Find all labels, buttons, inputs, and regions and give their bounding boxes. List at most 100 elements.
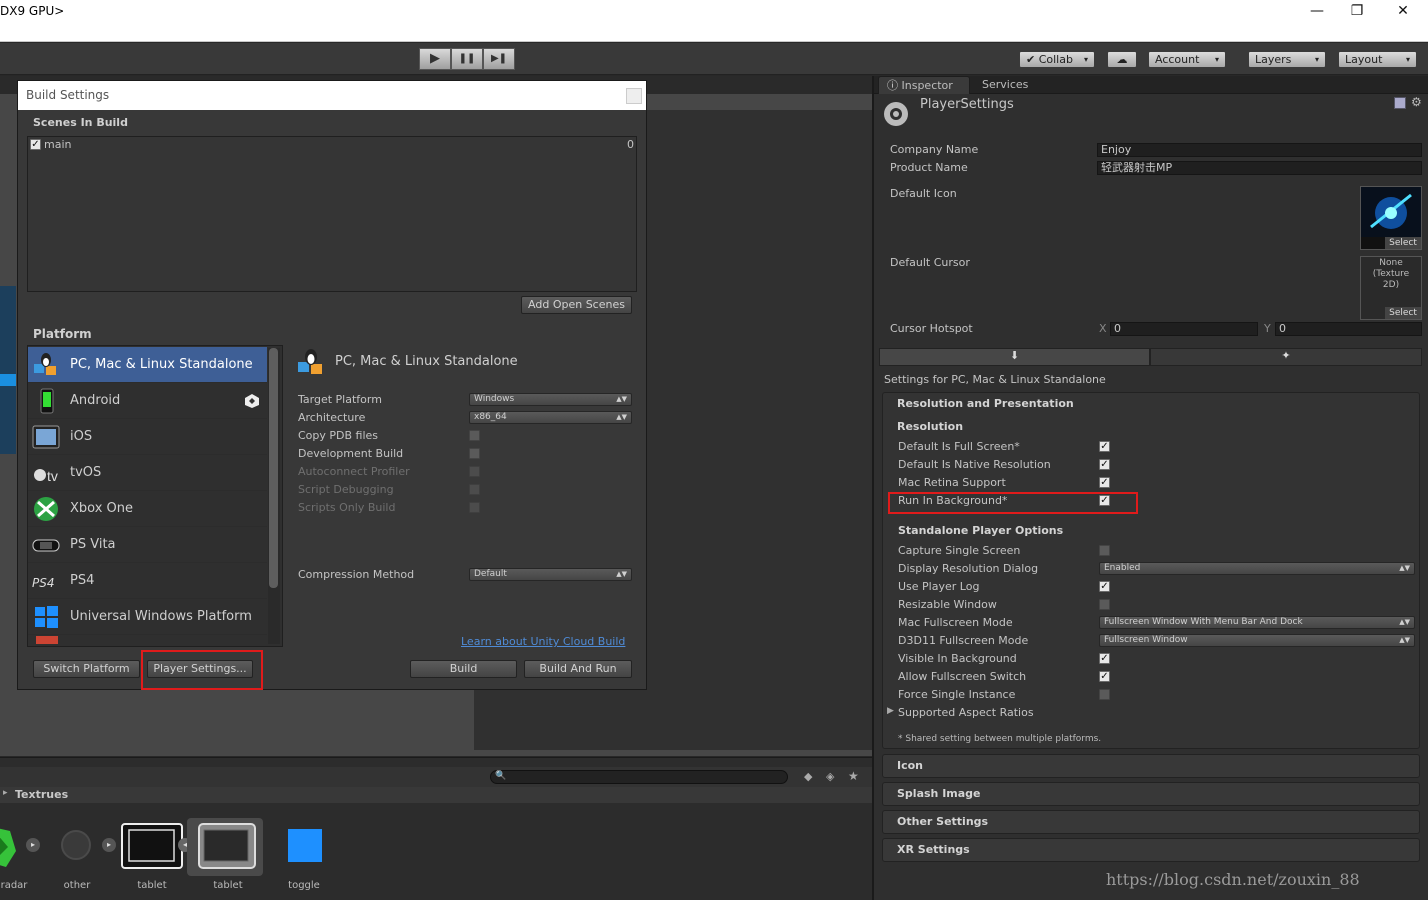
- mac-retina-checkbox[interactable]: ✓: [1099, 477, 1110, 488]
- hotspot-y-label: Y: [1264, 322, 1271, 335]
- switch-platform-button[interactable]: Switch Platform: [33, 660, 140, 678]
- platform-item-uwp[interactable]: Universal Windows Platform: [28, 599, 267, 635]
- company-name-field[interactable]: Enjoy: [1097, 143, 1422, 157]
- allow-fullscreen-switch-label: Allow Fullscreen Switch: [898, 670, 1027, 683]
- visible-in-background-checkbox[interactable]: ✓: [1099, 653, 1110, 664]
- close-window-button[interactable]: ✕: [1380, 0, 1426, 24]
- settings-gear-icon[interactable]: ⚙: [1411, 95, 1422, 109]
- expand-arrow-icon[interactable]: ▸: [26, 838, 40, 852]
- mac-fullscreen-mode-label: Mac Fullscreen Mode: [898, 616, 1013, 629]
- asset-label-tablet: tablet: [213, 880, 243, 891]
- script-debugging-label: Script Debugging: [298, 483, 394, 496]
- tab-services[interactable]: Services: [974, 76, 1036, 94]
- target-platform-dropdown[interactable]: Windows ▲▼: [469, 393, 632, 406]
- compression-method-dropdown[interactable]: Default ▲▼: [469, 568, 632, 581]
- collab-button[interactable]: ✔ Collab ▾: [1019, 51, 1095, 68]
- icon-select-button[interactable]: Select: [1385, 237, 1421, 249]
- cloud-build-link[interactable]: Learn about Unity Cloud Build: [461, 635, 625, 648]
- capture-single-screen-checkbox[interactable]: [1099, 545, 1110, 556]
- scene-main-checkbox[interactable]: ✓: [30, 139, 41, 150]
- platform-label: Universal Windows Platform: [70, 609, 252, 624]
- standalone-icon: [32, 352, 60, 378]
- platform-item-tvos[interactable]: tv tvOS: [28, 455, 267, 491]
- use-player-log-checkbox[interactable]: ✓: [1099, 581, 1110, 592]
- default-fullscreen-checkbox[interactable]: ✓: [1099, 441, 1110, 452]
- build-close-icon[interactable]: [626, 88, 642, 104]
- copy-pdb-label: Copy PDB files: [298, 429, 379, 442]
- architecture-dropdown[interactable]: x86_64 ▲▼: [469, 411, 632, 424]
- highlight-box-player-settings: [141, 650, 263, 690]
- native-resolution-checkbox[interactable]: ✓: [1099, 459, 1110, 470]
- product-name-field[interactable]: 轻武器射击MP: [1097, 161, 1422, 175]
- platform-item-standalone[interactable]: PC, Mac & Linux Standalone: [28, 347, 267, 383]
- play-button[interactable]: ▶: [419, 48, 451, 70]
- asset-other[interactable]: [58, 823, 96, 869]
- filter-label-icon[interactable]: ◈: [826, 770, 834, 783]
- xr-settings-section[interactable]: XR Settings: [882, 838, 1420, 862]
- account-dropdown[interactable]: Account ▾: [1148, 51, 1226, 68]
- filter-type-icon[interactable]: ◆: [804, 770, 812, 783]
- platform-item-ios[interactable]: iOS: [28, 419, 267, 455]
- platform-tab-android[interactable]: ✦: [1150, 348, 1422, 366]
- project-search-input[interactable]: 🔍: [490, 770, 788, 784]
- tab-inspector[interactable]: ⓘ Inspector: [878, 76, 970, 94]
- foldout-arrow-icon[interactable]: ▶: [887, 706, 894, 716]
- development-build-checkbox[interactable]: [469, 448, 480, 459]
- layers-dropdown[interactable]: Layers ▾: [1248, 51, 1326, 68]
- copy-pdb-checkbox[interactable]: [469, 430, 480, 441]
- platform-item-android[interactable]: Android: [28, 383, 267, 419]
- expand-arrow-icon[interactable]: ▸: [102, 838, 116, 852]
- add-open-scenes-button[interactable]: Add Open Scenes: [521, 296, 632, 314]
- favorite-star-icon[interactable]: ★: [848, 769, 859, 783]
- display-resolution-dialog-dropdown[interactable]: Enabled ▲▼: [1099, 562, 1415, 575]
- mac-fullscreen-mode-dropdown[interactable]: Fullscreen Window With Menu Bar And Dock…: [1099, 616, 1415, 629]
- force-single-instance-checkbox[interactable]: [1099, 689, 1110, 700]
- pause-button[interactable]: ❚❚: [451, 48, 483, 70]
- resizable-window-checkbox[interactable]: [1099, 599, 1110, 610]
- window-title: DX9 GPU>: [0, 4, 65, 18]
- layout-dropdown[interactable]: Layout ▾: [1338, 51, 1417, 68]
- other-settings-section[interactable]: Other Settings: [882, 810, 1420, 834]
- asset-tablet-2[interactable]: [198, 823, 260, 869]
- hotspot-x-field[interactable]: 0: [1110, 322, 1258, 336]
- help-book-icon[interactable]: [1394, 97, 1406, 109]
- scenes-list[interactable]: [27, 136, 637, 292]
- svg-text:PS4: PS4: [32, 576, 55, 590]
- allow-fullscreen-switch-checkbox[interactable]: ✓: [1099, 671, 1110, 682]
- splash-image-section[interactable]: Splash Image: [882, 782, 1420, 806]
- default-cursor-slot[interactable]: None (Texture 2D) Select: [1360, 256, 1422, 320]
- architecture-label: Architecture: [298, 411, 366, 424]
- cursor-hotspot-label: Cursor Hotspot: [890, 322, 973, 335]
- account-chevron-down-icon: ▾: [1214, 55, 1219, 64]
- hotspot-y-field[interactable]: 0: [1275, 322, 1422, 336]
- icon-section[interactable]: Icon: [882, 754, 1420, 778]
- platform-label: Xbox One: [70, 501, 134, 516]
- cursor-select-button[interactable]: Select: [1385, 307, 1421, 319]
- force-single-instance-label: Force Single Instance: [898, 688, 1016, 701]
- build-and-run-button[interactable]: Build And Run: [524, 660, 632, 678]
- ios-tablet-icon: [32, 424, 60, 450]
- platform-item-psvita[interactable]: PS Vita: [28, 527, 267, 563]
- platform-scrollbar[interactable]: [268, 348, 280, 644]
- platform-scroll-thumb[interactable]: [269, 348, 278, 588]
- architecture-value: x86_64: [474, 412, 507, 422]
- compression-method-label: Compression Method: [298, 568, 415, 581]
- windows-logo-icon: [32, 604, 60, 630]
- platform-tab-standalone[interactable]: ⬇: [879, 348, 1150, 366]
- info-icon: ⓘ: [887, 79, 902, 92]
- default-fullscreen-label: Default Is Full Screen*: [898, 440, 1020, 453]
- d3d11-fullscreen-mode-dropdown[interactable]: Fullscreen Window ▲▼: [1099, 634, 1415, 647]
- build-button[interactable]: Build: [410, 660, 517, 678]
- asset-tablet-1[interactable]: [121, 823, 183, 869]
- default-icon-slot[interactable]: Select: [1360, 186, 1422, 250]
- standalone-options-header: Standalone Player Options: [898, 524, 1064, 537]
- resolution-presentation-header[interactable]: Resolution and Presentation: [897, 397, 1074, 410]
- platform-item-xbox[interactable]: Xbox One: [28, 491, 267, 527]
- step-button[interactable]: ▶❚: [483, 48, 515, 70]
- platform-item-ps4[interactable]: PS4 PS4: [28, 563, 267, 599]
- cloud-icon[interactable]: ☁: [1107, 51, 1137, 68]
- supported-aspect-ratios-foldout[interactable]: Supported Aspect Ratios: [898, 706, 1034, 719]
- d3d11-fullscreen-mode-label: D3D11 Fullscreen Mode: [898, 634, 1029, 647]
- maximize-button[interactable]: ❐: [1334, 0, 1380, 24]
- asset-toggle[interactable]: [288, 823, 322, 869]
